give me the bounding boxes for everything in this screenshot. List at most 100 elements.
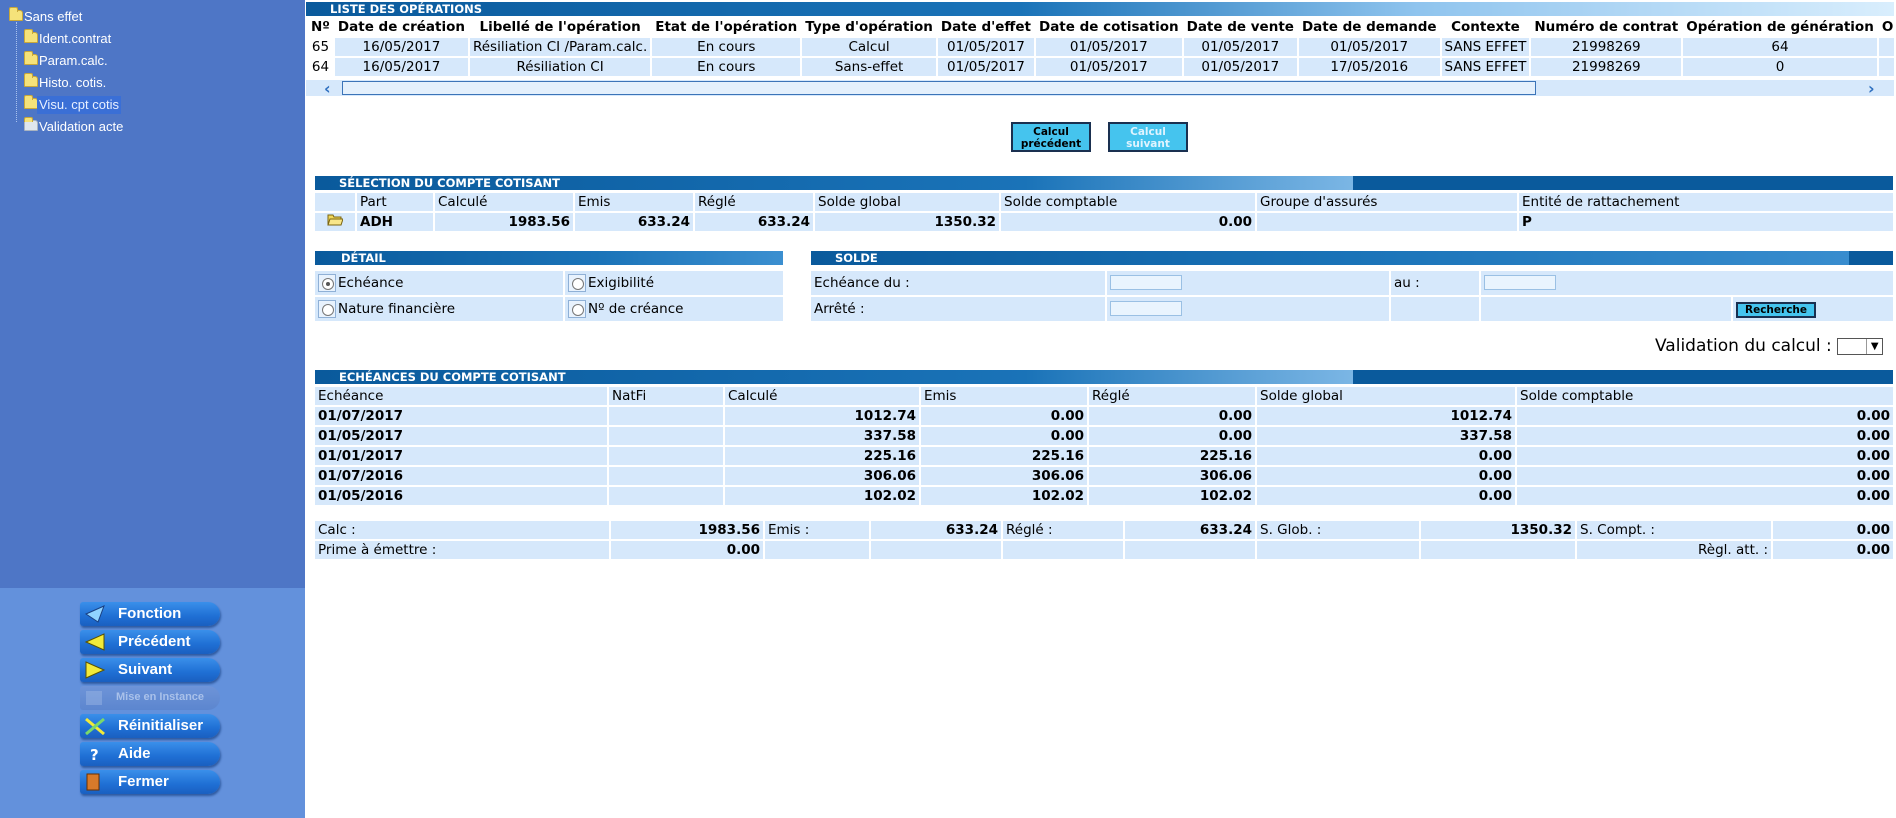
col-header: Calculé — [725, 387, 919, 405]
detail-title: DÉTAIL — [315, 251, 783, 265]
arrow-icon — [84, 605, 105, 623]
sidebar: Sans effet Ident.contrat Param.calc. His… — [0, 0, 305, 818]
table-row[interactable]: 01/07/2017 1012.74 0.00 0.00 1012.74 0.0… — [315, 407, 1893, 425]
folder-icon — [24, 51, 38, 65]
operations-header-row: Nº Date de création Libellé de l'opérati… — [308, 18, 1894, 36]
detail-row: Nature financière Nº de créance — [315, 297, 783, 321]
table-row[interactable]: 64 16/05/2017 Résiliation CI En cours Sa… — [308, 58, 1894, 76]
table-cell: 01/07/2016 — [315, 467, 607, 485]
no-creance-option[interactable]: Nº de créance — [565, 297, 783, 321]
tree-item-histo-cotis[interactable]: Histo. cotis. — [0, 73, 305, 96]
selection-row[interactable]: ADH 1983.56 633.24 633.24 1350.32 0.00 P — [315, 213, 1893, 231]
table-cell: 225.16 — [921, 447, 1087, 465]
svg-text:?: ? — [90, 746, 99, 763]
operations-panel: LISTE DES OPÉRATIONS Nº Date de création… — [306, 0, 1894, 100]
totals-row: Prime à émettre : 0.00 Règl. att. : 0.00 — [315, 541, 1893, 559]
fonction-button[interactable]: Fonction — [80, 602, 220, 626]
table-cell: 306.06 — [1089, 467, 1255, 485]
table-cell: 01/05/2017 — [1183, 38, 1297, 56]
table-cell: 0 — [1878, 38, 1894, 56]
scrollbar-thumb[interactable] — [342, 81, 1536, 95]
folder-icon — [9, 7, 23, 21]
table-cell: 21998269 — [1531, 58, 1682, 76]
arrete-input[interactable] — [1110, 301, 1182, 316]
tree-item-label: Param.calc. — [39, 53, 108, 68]
detail-options: Echéance Exigibilité Nature financière N… — [313, 269, 785, 323]
radio-icon[interactable] — [568, 274, 586, 292]
open-folder-icon[interactable] — [327, 213, 344, 226]
folder-icon — [24, 29, 38, 43]
tree-item-param-calc[interactable]: Param.calc. — [0, 51, 305, 74]
table-cell: Résiliation CI /Param.calc. — [469, 38, 651, 56]
calcul-precedent-button[interactable]: Calcul précédent — [1011, 122, 1091, 152]
radio-icon[interactable] — [568, 300, 586, 318]
tree-item-validation-acte[interactable]: Validation acte — [0, 117, 305, 140]
au-input[interactable] — [1484, 275, 1556, 290]
exigibilite-option[interactable]: Exigibilité — [565, 271, 783, 295]
radio-checked-icon[interactable] — [318, 274, 336, 292]
emis-value: 633.24 — [871, 521, 1001, 539]
nature-financiere-option[interactable]: Nature financière — [315, 297, 563, 321]
col-header: Date de vente — [1183, 18, 1297, 36]
mise-en-instance-button[interactable]: Mise en Instance — [80, 686, 220, 710]
precedent-label: Précédent — [118, 633, 191, 650]
table-cell — [1391, 297, 1479, 321]
col-header: Nº — [308, 18, 333, 36]
table-cell: 01/01/2017 — [315, 447, 607, 465]
echeance-du-input[interactable] — [1110, 275, 1182, 290]
table-cell: 0.00 — [1001, 213, 1255, 231]
reinitialiser-button[interactable]: Réinitialiser — [80, 714, 220, 738]
recherche-button[interactable]: Recherche — [1736, 302, 1816, 318]
regle-label: Réglé : — [1003, 521, 1123, 539]
table-cell: 102.02 — [1089, 487, 1255, 505]
table-row[interactable]: 65 16/05/2017 Résiliation CI /Param.calc… — [308, 38, 1894, 56]
echeance-option[interactable]: Echéance — [315, 271, 563, 295]
table-cell: Résiliation CI — [469, 58, 651, 76]
table-cell: Recherche — [1733, 297, 1893, 321]
col-header: Emis — [921, 387, 1087, 405]
table-cell: Calcul — [802, 38, 936, 56]
table-cell: 0.00 — [1089, 427, 1255, 445]
tree-root[interactable]: Sans effet — [0, 7, 305, 30]
pause-icon — [86, 691, 102, 705]
tree-item-label: Histo. cotis. — [39, 75, 107, 90]
radio-icon[interactable] — [318, 300, 336, 318]
chevron-down-icon[interactable]: ▼ — [1866, 338, 1882, 354]
table-cell — [609, 427, 723, 445]
table-row[interactable]: 01/01/2017 225.16 225.16 225.16 0.00 0.0… — [315, 447, 1893, 465]
table-row[interactable]: 01/05/2017 337.58 0.00 0.00 337.58 0.00 — [315, 427, 1893, 445]
scroll-left-icon[interactable]: ‹ — [324, 79, 331, 98]
col-header: Opération de génération — [1683, 18, 1877, 36]
aide-button[interactable]: ? Aide — [80, 742, 220, 766]
table-cell: 1012.74 — [725, 407, 919, 425]
table-cell: En cours — [652, 38, 801, 56]
table-cell: 0.00 — [1517, 487, 1893, 505]
table-row[interactable]: 01/07/2016 306.06 306.06 306.06 0.00 0.0… — [315, 467, 1893, 485]
calcul-suivant-button[interactable]: Calcul suivant — [1108, 122, 1188, 152]
horizontal-scrollbar[interactable]: ‹ › — [306, 79, 1894, 98]
col-header: Réglé — [1089, 387, 1255, 405]
sglob-label: S. Glob. : — [1257, 521, 1419, 539]
header-tail — [1353, 176, 1893, 190]
col-header: NatFi — [609, 387, 723, 405]
scroll-right-icon[interactable]: › — [1868, 79, 1875, 98]
scompt-value: 0.00 — [1773, 521, 1893, 539]
suivant-button[interactable]: Suivant — [80, 658, 220, 682]
validation-row: Validation du calcul : ▼ — [1655, 336, 1884, 358]
table-cell: 16/05/2017 — [334, 38, 468, 56]
col-header: Date d'effet — [937, 18, 1034, 36]
validation-select[interactable]: ▼ — [1837, 337, 1884, 355]
precedent-button[interactable]: Précédent — [80, 630, 220, 654]
tree-item-ident-contrat[interactable]: Ident.contrat — [0, 29, 305, 52]
table-cell: 16/05/2017 — [334, 58, 468, 76]
table-cell: 21998269 — [1531, 38, 1682, 56]
table-cell: 64 — [1683, 38, 1877, 56]
table-cell: 225.16 — [725, 447, 919, 465]
tree-item-visu-cpt-cotis[interactable]: Visu. cpt cotis — [0, 95, 305, 118]
fermer-button[interactable]: Fermer — [80, 770, 220, 794]
echeances-table: Echéance NatFi Calculé Emis Réglé Solde … — [313, 385, 1895, 507]
solde-title-text: SOLDE — [835, 251, 878, 265]
table-row[interactable]: 01/05/2016 102.02 102.02 102.02 0.00 0.0… — [315, 487, 1893, 505]
selection-table: Part Calculé Emis Réglé Solde global Sol… — [313, 191, 1895, 233]
col-header: Part — [357, 193, 433, 211]
